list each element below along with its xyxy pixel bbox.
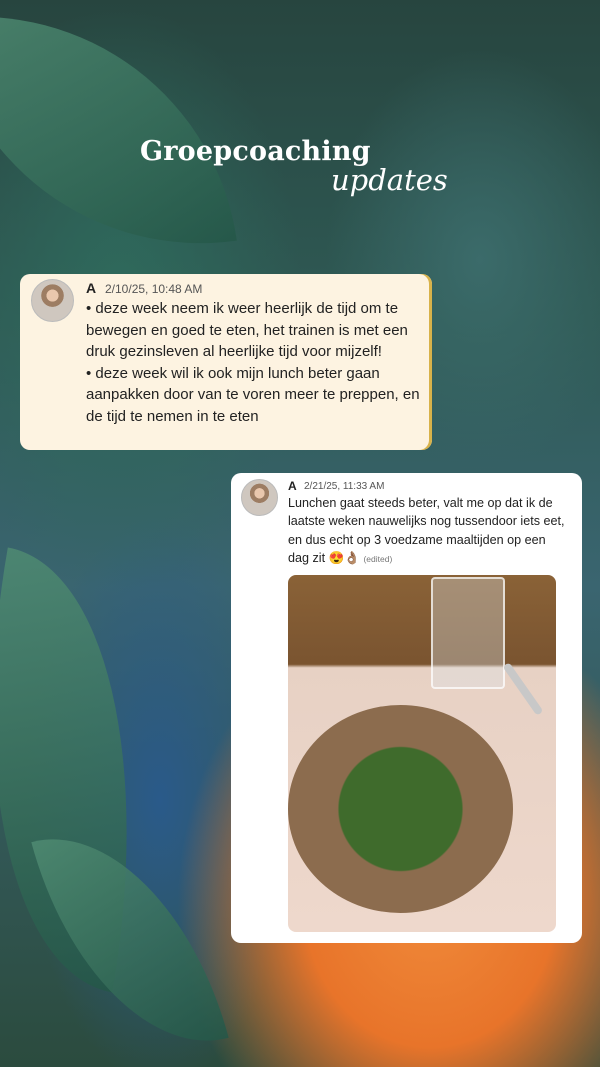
attached-photo[interactable] xyxy=(288,575,556,932)
message-line: • deze week wil ik ook mijn lunch beter … xyxy=(86,364,420,425)
message-line: • deze week neem ik weer heerlijk de tij… xyxy=(86,300,408,360)
message-text: • deze week neem ik weer heerlijk de tij… xyxy=(86,298,426,427)
spoon-image xyxy=(502,662,544,716)
message-text: Lunchen gaat steeds beter, valt me op da… xyxy=(288,494,570,568)
avatar[interactable] xyxy=(241,479,278,516)
avatar[interactable] xyxy=(31,279,74,322)
page-subtitle: updates xyxy=(331,163,448,197)
edited-label: (edited) xyxy=(363,553,393,564)
message-username[interactable]: A xyxy=(86,280,96,296)
water-glass-image xyxy=(431,577,505,689)
message-timestamp: 2/21/25, 11:33 AM xyxy=(304,481,385,492)
message-body: Lunchen gaat steeds beter, valt me op da… xyxy=(288,496,565,565)
salad-bowl-image xyxy=(288,705,513,913)
message-timestamp: 2/10/25, 10:48 AM xyxy=(105,282,203,296)
message-username[interactable]: A xyxy=(288,479,297,493)
